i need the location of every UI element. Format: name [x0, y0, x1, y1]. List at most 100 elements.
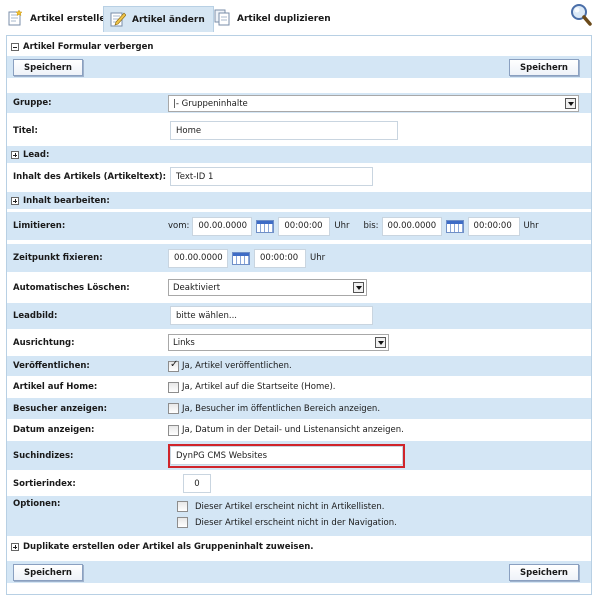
toolbar-bottom: Speichern Speichern: [7, 561, 591, 583]
zeitpunkt-time-input[interactable]: 00:00:00: [254, 248, 306, 268]
expand-icon: [11, 196, 19, 205]
inhalt-label: Inhalt des Artikels (Artikeltext):: [13, 172, 167, 182]
option-navigation[interactable]: Dieser Artikel erscheint nicht in der Na…: [177, 517, 397, 528]
option-artikellisten[interactable]: Dieser Artikel erscheint nicht in Artike…: [177, 501, 384, 512]
row-suchindizes: Suchindizes: DynPG CMS Websites: [7, 441, 591, 470]
uhr-label: Uhr: [334, 221, 350, 231]
save-button-top-right[interactable]: Speichern: [509, 59, 579, 76]
besucher-checkbox[interactable]: [168, 403, 179, 414]
inhalt-input[interactable]: Text-ID 1: [170, 167, 373, 186]
datum-control[interactable]: Ja, Datum in der Detail- und Listenansic…: [168, 420, 404, 440]
lead-toggle[interactable]: Lead:: [11, 150, 49, 160]
ausrichtung-value: Links: [173, 337, 195, 348]
home-control[interactable]: Ja, Artikel auf die Startseite (Home).: [168, 377, 336, 397]
row-veroeffentlichen: Veröffentlichen: Ja, Artikel veröffentli…: [7, 356, 591, 376]
uhr-label: Uhr: [310, 253, 326, 263]
gruppe-label: Gruppe:: [13, 98, 52, 108]
ausrichtung-select[interactable]: Links: [168, 334, 389, 351]
calendar-icon[interactable]: [256, 219, 275, 233]
gruppe-select[interactable]: |- Gruppeninhalte: [168, 95, 579, 112]
home-checkbox[interactable]: [168, 381, 179, 393]
opt1-text: Dieser Artikel erscheint nicht in Artike…: [195, 501, 385, 512]
form-toggle-row[interactable]: Artikel Formular verbergen: [7, 38, 591, 56]
von-date-input[interactable]: 00.00.0000: [192, 216, 253, 236]
document-edit-icon: [110, 10, 127, 30]
limitieren-label: Limitieren:: [13, 221, 66, 231]
row-inhalt-bearbeiten[interactable]: Inhalt bearbeiten:: [7, 192, 591, 209]
calendar-icon[interactable]: [232, 251, 250, 265]
tab-artikel-erstellen[interactable]: Artikel erstellen: [4, 6, 116, 32]
row-home: Artikel auf Home: Ja, Artikel auf die St…: [7, 377, 591, 397]
row-lead[interactable]: Lead:: [7, 146, 591, 163]
sortierindex-label: Sortierindex:: [13, 479, 76, 489]
suchindizes-label: Suchindizes:: [13, 450, 74, 461]
limitieren-controls: vom: 00.00.0000 00:00:00 Uhr bis: 00.00.…: [168, 212, 539, 240]
uhr-label: Uhr: [523, 221, 539, 231]
row-sortierindex: Sortierindex: 0: [7, 472, 591, 496]
ausrichtung-label: Ausrichtung:: [13, 338, 75, 348]
row-ausrichtung: Ausrichtung: Links: [7, 332, 591, 354]
tab-artikel-aendern[interactable]: Artikel ändern: [103, 6, 214, 32]
zeitpunkt-date-input[interactable]: 00.00.0000: [168, 248, 228, 268]
expand-icon: [11, 150, 19, 159]
von-label: vom:: [168, 221, 190, 231]
calendar-icon[interactable]: [445, 219, 464, 233]
veroeffentlichen-text: Ja, Artikel veröffentlichen.: [182, 361, 292, 371]
opt2-text: Dieser Artikel erscheint nicht in der Na…: [195, 517, 397, 528]
inhalt-bearbeiten-toggle[interactable]: Inhalt bearbeiten:: [11, 196, 110, 206]
navigation-checkbox[interactable]: [177, 517, 188, 528]
besucher-text: Ja, Besucher im öffentlichen Bereich anz…: [182, 403, 381, 414]
row-titel: Titel: Home: [7, 120, 591, 142]
row-inhalt: Inhalt des Artikels (Artikeltext): Text-…: [7, 166, 591, 188]
toolbar-top: Speichern Speichern: [7, 56, 591, 78]
duplicate-toggle[interactable]: Duplikate erstellen oder Artikel als Gru…: [11, 542, 314, 552]
von-time-input[interactable]: 00:00:00: [278, 216, 331, 236]
datum-text: Ja, Datum in der Detail- und Listenansic…: [182, 425, 404, 435]
veroeffentlichen-control[interactable]: Ja, Artikel veröffentlichen.: [168, 356, 292, 376]
gruppe-value: |- Gruppeninhalte: [173, 98, 248, 109]
chevron-down-icon[interactable]: [565, 98, 576, 109]
tab-label: Artikel erstellen: [30, 14, 112, 24]
form-toggle[interactable]: Artikel Formular verbergen: [11, 42, 153, 52]
home-text: Ja, Artikel auf die Startseite (Home).: [182, 382, 336, 392]
veroeffentlichen-checkbox[interactable]: [168, 359, 179, 372]
bis-time-input[interactable]: 00:00:00: [467, 216, 520, 236]
document-new-icon: [8, 9, 24, 29]
lead-label: Lead:: [23, 149, 50, 160]
tab-label: Artikel ändern: [132, 14, 205, 25]
chevron-down-icon[interactable]: [375, 337, 386, 348]
save-button-bottom-left[interactable]: Speichern: [13, 564, 83, 581]
leadbild-label: Leadbild:: [13, 311, 58, 321]
titel-input[interactable]: Home: [170, 121, 398, 140]
save-button-top-left[interactable]: Speichern: [13, 59, 83, 76]
besucher-control[interactable]: Ja, Besucher im öffentlichen Bereich anz…: [168, 398, 380, 419]
search-magnifier-icon[interactable]: [569, 2, 593, 28]
loeschen-select[interactable]: Deaktiviert: [168, 279, 367, 296]
loeschen-label: Automatisches Löschen:: [13, 283, 130, 293]
zeitpunkt-controls: 00.00.0000 00:00:00 Uhr: [168, 244, 325, 272]
loeschen-value: Deaktiviert: [173, 282, 221, 293]
datum-checkbox[interactable]: [168, 424, 179, 436]
veroeffentlichen-label: Veröffentlichen:: [13, 361, 90, 371]
sortierindex-input[interactable]: 0: [183, 474, 211, 493]
row-limitieren: Limitieren: vom: 00.00.0000 00:00:00 Uhr…: [7, 212, 591, 240]
row-leadbild: Leadbild: bitte wählen...: [7, 303, 591, 329]
highlight-box: [168, 444, 405, 468]
row-datum: Datum anzeigen: Ja, Datum in der Detail-…: [7, 420, 591, 440]
collapse-icon: [11, 43, 19, 51]
artikellisten-checkbox[interactable]: [177, 501, 188, 512]
expand-icon: [11, 543, 19, 551]
bis-date-input[interactable]: 00.00.0000: [381, 216, 442, 236]
tab-label: Artikel duplizieren: [237, 14, 331, 24]
tab-bar: Artikel erstellen Artikel ändern Artikel…: [0, 0, 597, 35]
leadbild-input[interactable]: bitte wählen...: [170, 306, 373, 325]
row-gruppe: Gruppe: |- Gruppeninhalte: [7, 93, 591, 113]
besucher-label: Besucher anzeigen:: [13, 403, 108, 414]
form-toggle-label: Artikel Formular verbergen: [23, 42, 154, 52]
save-button-bottom-right[interactable]: Speichern: [509, 564, 579, 581]
duplicate-toggle-row[interactable]: Duplikate erstellen oder Artikel als Gru…: [7, 538, 591, 556]
bis-label: bis:: [363, 221, 379, 231]
tab-artikel-duplizieren[interactable]: Artikel duplizieren: [210, 6, 335, 32]
row-optionen: Optionen: Dieser Artikel erscheint nicht…: [7, 496, 591, 536]
chevron-down-icon[interactable]: [353, 282, 364, 293]
